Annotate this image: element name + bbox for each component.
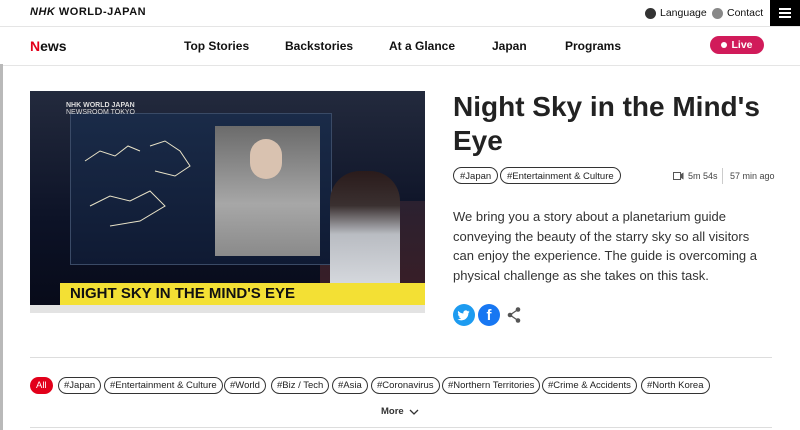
tag-japan[interactable]: #Japan xyxy=(453,167,499,184)
nhk-world-japan-logo[interactable]: NHK WORLD-JAPAN xyxy=(30,6,146,18)
hamburger-line xyxy=(779,12,791,14)
nav-top-stories[interactable]: Top Stories xyxy=(184,39,249,53)
video-caption-bar xyxy=(30,305,425,313)
facebook-icon: f xyxy=(486,307,492,324)
more-label: More xyxy=(381,406,404,417)
filter-northern-territories[interactable]: #Northern Territories xyxy=(442,377,541,394)
globe-icon xyxy=(645,7,656,19)
video-caption: NIGHT SKY IN THE MIND'S EYE xyxy=(60,283,425,305)
filter-crime-accidents[interactable]: #Crime & Accidents xyxy=(542,377,637,394)
contact-label: Contact xyxy=(727,7,764,19)
filter-coronavirus[interactable]: #Coronavirus xyxy=(371,377,440,394)
chevron-down-icon xyxy=(409,409,419,415)
news-label-rest: ews xyxy=(40,38,67,54)
video-watermark-subtext: NEWSROOM TOKYO xyxy=(66,109,135,116)
tag-entertainment-culture[interactable]: #Entertainment & Culture xyxy=(500,167,621,184)
main-nav: News Top Stories Backstories At a Glance… xyxy=(0,26,800,66)
contact-link[interactable]: Contact xyxy=(712,7,763,19)
nav-backstories[interactable]: Backstories xyxy=(285,39,353,53)
nav-programs[interactable]: Programs xyxy=(565,39,621,53)
filter-asia[interactable]: #Asia xyxy=(332,377,368,394)
filter-world[interactable]: #World xyxy=(224,377,266,394)
filter-entertainment-culture[interactable]: #Entertainment & Culture xyxy=(104,377,223,394)
twitter-share-button[interactable] xyxy=(453,304,475,326)
video-watermark-text: NHK WORLD JAPAN xyxy=(66,102,135,109)
live-label: Live xyxy=(731,39,753,51)
section-divider xyxy=(30,357,772,358)
filter-north-korea[interactable]: #North Korea xyxy=(641,377,710,394)
facebook-share-button[interactable]: f xyxy=(478,304,500,326)
mail-icon xyxy=(712,7,723,19)
news-section-link[interactable]: News xyxy=(30,38,67,54)
filter-biz-tech[interactable]: #Biz / Tech xyxy=(271,377,330,394)
logo-world-text: WORLD-JAPAN xyxy=(58,6,147,18)
filter-all[interactable]: All xyxy=(30,377,53,394)
language-link[interactable]: Language xyxy=(645,7,707,19)
video-player[interactable]: NHK WORLD JAPAN NEWSROOM TOKYO NIGHT SKY… xyxy=(30,91,425,313)
hamburger-line xyxy=(779,16,791,18)
language-label: Language xyxy=(660,7,707,19)
video-duration: 5m 54s xyxy=(673,171,718,181)
nav-at-a-glance[interactable]: At a Glance xyxy=(389,39,455,53)
logo-nhk-text: NHK xyxy=(30,6,56,18)
menu-button[interactable] xyxy=(770,0,800,26)
hamburger-icon xyxy=(779,8,791,10)
share-icon[interactable] xyxy=(506,306,522,324)
nav-japan[interactable]: Japan xyxy=(492,39,527,53)
twitter-icon xyxy=(457,310,470,321)
bottom-divider xyxy=(30,427,772,428)
video-camera-icon xyxy=(673,172,684,180)
video-watermark: NHK WORLD JAPAN NEWSROOM TOKYO xyxy=(66,102,135,116)
article-summary: We bring you a story about a planetarium… xyxy=(453,209,758,283)
article-title: Night Sky in the Mind's Eye xyxy=(453,91,760,156)
constellation-graphic xyxy=(84,140,191,227)
time-ago: 57 min ago xyxy=(730,171,775,181)
live-broadcast-icon xyxy=(721,42,728,48)
left-edge-strip xyxy=(0,64,3,430)
top-bar: NHK WORLD-JAPAN Language Contact xyxy=(0,0,800,26)
duration-text: 5m 54s xyxy=(688,171,718,181)
meta-separator xyxy=(722,168,723,184)
filter-japan[interactable]: #Japan xyxy=(58,377,102,394)
more-button[interactable]: More xyxy=(381,406,419,417)
live-button[interactable]: Live xyxy=(710,36,764,54)
video-guide-face xyxy=(250,139,282,179)
video-news-anchor xyxy=(330,171,400,286)
